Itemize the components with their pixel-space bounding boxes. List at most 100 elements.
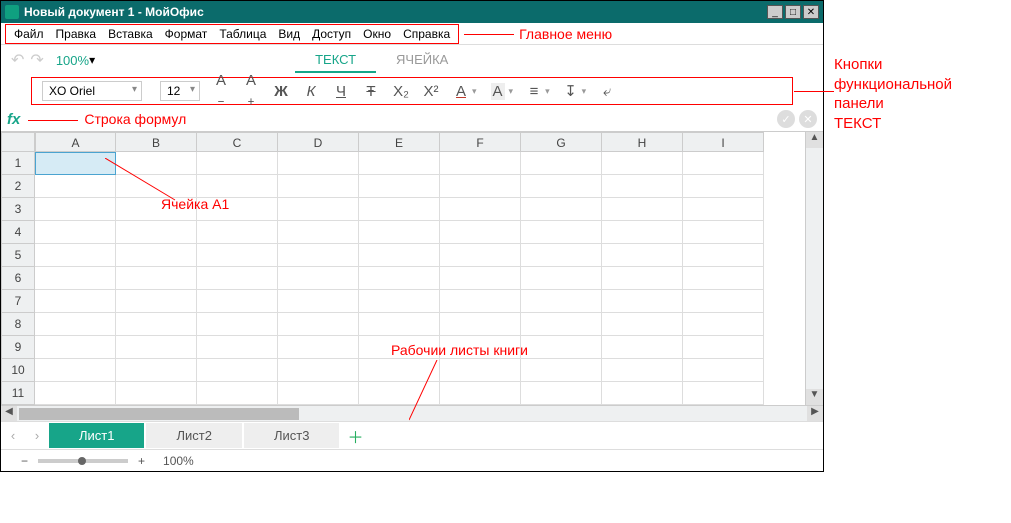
cell-C9[interactable]: [197, 336, 278, 359]
close-button[interactable]: ✕: [803, 5, 819, 19]
cell-D1[interactable]: [278, 152, 359, 175]
zoom-dropdown-icon[interactable]: ▾: [89, 53, 95, 67]
cell-I1[interactable]: [683, 152, 764, 175]
cell-E1[interactable]: [359, 152, 440, 175]
row-header-5[interactable]: 5: [1, 244, 35, 267]
row-header-6[interactable]: 6: [1, 267, 35, 290]
cell-E4[interactable]: [359, 221, 440, 244]
cell-I6[interactable]: [683, 267, 764, 290]
col-header-C[interactable]: C: [197, 132, 278, 152]
zoom-slider[interactable]: [38, 459, 128, 463]
cell-B3[interactable]: [116, 198, 197, 221]
cell-I7[interactable]: [683, 290, 764, 313]
highlight-dropdown-icon[interactable]: ▾: [509, 86, 514, 97]
align-horizontal-icon[interactable]: ≡: [525, 83, 543, 100]
cell-D11[interactable]: [278, 382, 359, 405]
cell-G7[interactable]: [521, 290, 602, 313]
cell-C10[interactable]: [197, 359, 278, 382]
cell-G6[interactable]: [521, 267, 602, 290]
cell-G2[interactable]: [521, 175, 602, 198]
cell-C5[interactable]: [197, 244, 278, 267]
cancel-formula-icon[interactable]: ✕: [799, 110, 817, 128]
horizontal-scrollbar[interactable]: ◀ ▶: [1, 405, 823, 421]
scroll-up-icon[interactable]: ▲: [806, 132, 823, 148]
cell-E2[interactable]: [359, 175, 440, 198]
row-header-8[interactable]: 8: [1, 313, 35, 336]
cell-H5[interactable]: [602, 244, 683, 267]
cell-A5[interactable]: [35, 244, 116, 267]
cell-F10[interactable]: [440, 359, 521, 382]
cell-D7[interactable]: [278, 290, 359, 313]
cell-B4[interactable]: [116, 221, 197, 244]
cell-G10[interactable]: [521, 359, 602, 382]
cell-G5[interactable]: [521, 244, 602, 267]
menu-help[interactable]: Справка: [397, 25, 456, 43]
cell-H7[interactable]: [602, 290, 683, 313]
font-color-dropdown-icon[interactable]: ▾: [472, 86, 477, 97]
cell-B11[interactable]: [116, 382, 197, 405]
cell-A1[interactable]: [35, 152, 116, 175]
scroll-right-icon[interactable]: ▶: [807, 406, 823, 421]
undo-button[interactable]: ↶: [11, 50, 24, 70]
subscript-icon[interactable]: X₂: [392, 83, 410, 100]
maximize-button[interactable]: □: [785, 5, 801, 19]
cell-I3[interactable]: [683, 198, 764, 221]
strikethrough-icon[interactable]: Ŧ: [362, 83, 380, 100]
row-header-11[interactable]: 11: [1, 382, 35, 405]
row-header-7[interactable]: 7: [1, 290, 35, 313]
cell-B5[interactable]: [116, 244, 197, 267]
cell-C2[interactable]: [197, 175, 278, 198]
cell-A6[interactable]: [35, 267, 116, 290]
wrap-text-icon[interactable]: ⤶: [598, 83, 616, 100]
cell-A10[interactable]: [35, 359, 116, 382]
select-all-corner[interactable]: [1, 132, 35, 152]
cell-A11[interactable]: [35, 382, 116, 405]
menu-table[interactable]: Таблица: [213, 25, 272, 43]
menu-window[interactable]: Окно: [357, 25, 397, 43]
menu-view[interactable]: Вид: [272, 25, 306, 43]
cell-G1[interactable]: [521, 152, 602, 175]
cell-F5[interactable]: [440, 244, 521, 267]
highlight-icon[interactable]: A: [489, 83, 507, 100]
cell-H2[interactable]: [602, 175, 683, 198]
vertical-scrollbar[interactable]: ▲ ▼: [805, 132, 823, 405]
sheet-tab-3[interactable]: Лист3: [244, 423, 339, 448]
cell-C6[interactable]: [197, 267, 278, 290]
cell-B10[interactable]: [116, 359, 197, 382]
cell-H4[interactable]: [602, 221, 683, 244]
cell-F4[interactable]: [440, 221, 521, 244]
scroll-down-icon[interactable]: ▼: [806, 389, 823, 405]
col-header-H[interactable]: H: [602, 132, 683, 152]
cell-E3[interactable]: [359, 198, 440, 221]
cell-F3[interactable]: [440, 198, 521, 221]
italic-icon[interactable]: К: [302, 83, 320, 100]
cell-F9[interactable]: [440, 336, 521, 359]
col-header-E[interactable]: E: [359, 132, 440, 152]
cell-D10[interactable]: [278, 359, 359, 382]
cell-B8[interactable]: [116, 313, 197, 336]
align-v-dropdown-icon[interactable]: ▾: [582, 86, 587, 97]
col-header-F[interactable]: F: [440, 132, 521, 152]
tab-text[interactable]: ТЕКСТ: [295, 48, 376, 73]
redo-button[interactable]: ↷: [30, 50, 43, 70]
cell-G9[interactable]: [521, 336, 602, 359]
cell-D8[interactable]: [278, 313, 359, 336]
row-header-4[interactable]: 4: [1, 221, 35, 244]
add-sheet-icon[interactable]: ＋: [347, 424, 363, 448]
cell-E11[interactable]: [359, 382, 440, 405]
cell-I9[interactable]: [683, 336, 764, 359]
cell-H6[interactable]: [602, 267, 683, 290]
row-header-9[interactable]: 9: [1, 336, 35, 359]
cell-A7[interactable]: [35, 290, 116, 313]
hscroll-thumb[interactable]: [19, 408, 299, 420]
cell-I4[interactable]: [683, 221, 764, 244]
cell-A2[interactable]: [35, 175, 116, 198]
row-header-3[interactable]: 3: [1, 198, 35, 221]
col-header-D[interactable]: D: [278, 132, 359, 152]
cell-H9[interactable]: [602, 336, 683, 359]
font-color-icon[interactable]: A: [452, 83, 470, 100]
menu-insert[interactable]: Вставка: [102, 25, 159, 43]
menu-file[interactable]: Файл: [8, 25, 50, 43]
cell-D5[interactable]: [278, 244, 359, 267]
zoom-out-icon[interactable]: −: [21, 454, 28, 468]
